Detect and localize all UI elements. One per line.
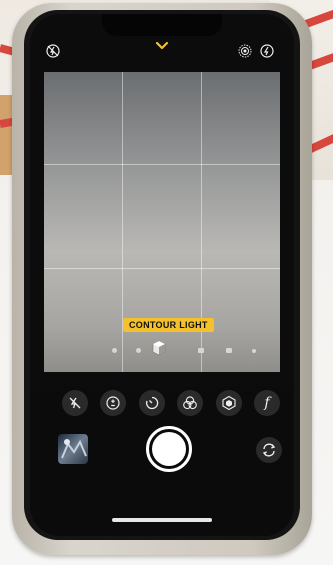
exposure-icon[interactable] bbox=[100, 390, 126, 416]
aperture-label: f bbox=[264, 395, 270, 411]
camera-flip-icon[interactable] bbox=[256, 437, 282, 463]
filters-icon[interactable] bbox=[177, 390, 203, 416]
chevron-up-icon[interactable] bbox=[154, 39, 170, 51]
flash-icon[interactable] bbox=[258, 42, 276, 60]
phone-screen: CONTOUR LIGHT f bbox=[30, 14, 294, 536]
portrait-lighting-icon[interactable] bbox=[216, 390, 242, 416]
flash-off-icon[interactable] bbox=[44, 42, 62, 60]
home-indicator[interactable] bbox=[112, 518, 212, 522]
portrait-lighting-label: CONTOUR LIGHT bbox=[123, 318, 214, 332]
lighting-dial-dot[interactable] bbox=[136, 348, 141, 353]
lighting-dial-dot[interactable] bbox=[252, 349, 256, 353]
lighting-dial-dot[interactable] bbox=[198, 348, 204, 353]
shutter-button-inner bbox=[152, 432, 186, 466]
shutter-button[interactable] bbox=[146, 426, 192, 472]
aperture-icon[interactable]: f bbox=[254, 390, 280, 416]
contour-light-icon[interactable] bbox=[152, 340, 166, 356]
live-photo-icon[interactable] bbox=[236, 42, 254, 60]
grid-line bbox=[44, 164, 280, 165]
flash-off-icon[interactable] bbox=[62, 390, 88, 416]
last-photo-thumbnail[interactable] bbox=[58, 434, 88, 464]
timer-icon[interactable] bbox=[139, 390, 165, 416]
lighting-dial-dot[interactable] bbox=[112, 348, 117, 353]
notch bbox=[102, 14, 222, 36]
grid-line bbox=[44, 268, 280, 269]
lighting-dial-dot[interactable] bbox=[226, 348, 232, 353]
